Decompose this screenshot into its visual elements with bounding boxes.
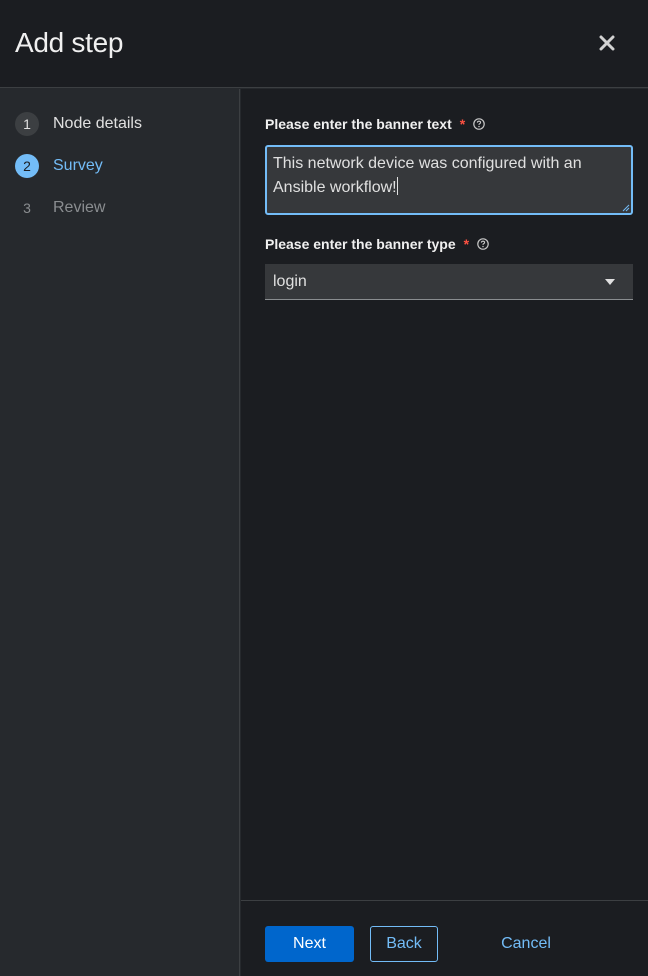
help-icon[interactable] bbox=[473, 118, 486, 130]
next-button[interactable]: Next bbox=[265, 926, 354, 962]
step-number: 1 bbox=[15, 112, 39, 136]
cancel-button[interactable]: Cancel bbox=[495, 926, 557, 962]
text-cursor bbox=[396, 177, 398, 195]
banner-text-textarea[interactable]: This network device was configured with … bbox=[265, 145, 633, 215]
close-button[interactable] bbox=[594, 30, 620, 56]
wizard-step-survey[interactable]: 2 Survey bbox=[15, 154, 103, 178]
wizard-step-review[interactable]: 3 Review bbox=[15, 196, 105, 220]
banner-type-value: login bbox=[273, 272, 307, 290]
banner-type-label: Please enter the banner type * bbox=[265, 236, 489, 252]
banner-type-label-text: Please enter the banner type bbox=[265, 236, 456, 252]
banner-text-label: Please enter the banner text * bbox=[265, 116, 486, 132]
step-label: Review bbox=[53, 199, 106, 216]
help-icon[interactable] bbox=[477, 238, 489, 250]
close-icon bbox=[599, 35, 615, 51]
resize-handle-icon[interactable] bbox=[622, 204, 630, 212]
banner-text-line-2: Ansible workflow! bbox=[273, 179, 397, 196]
banner-text-line-1: This network device was configured with … bbox=[273, 155, 582, 172]
step-number: 3 bbox=[23, 200, 31, 216]
wizard-body: Please enter the banner text * This netw… bbox=[241, 89, 648, 900]
step-label: Survey bbox=[53, 157, 103, 174]
wizard-footer: Next Back Cancel bbox=[241, 900, 648, 976]
banner-type-select[interactable]: login bbox=[265, 264, 633, 300]
wizard-step-node-details[interactable]: 1 Node details bbox=[15, 112, 142, 136]
required-marker: * bbox=[459, 116, 466, 132]
banner-text-label-text: Please enter the banner text bbox=[265, 116, 452, 132]
step-label: Node details bbox=[53, 115, 142, 132]
modal-header: Add step bbox=[0, 0, 648, 88]
step-number: 2 bbox=[15, 154, 39, 178]
modal-title: Add step bbox=[15, 27, 124, 58]
back-button[interactable]: Back bbox=[370, 926, 438, 962]
required-marker: * bbox=[463, 236, 470, 252]
caret-down-icon bbox=[605, 279, 615, 285]
wizard-nav: 1 Node details 2 Survey 3 Review bbox=[0, 89, 240, 976]
